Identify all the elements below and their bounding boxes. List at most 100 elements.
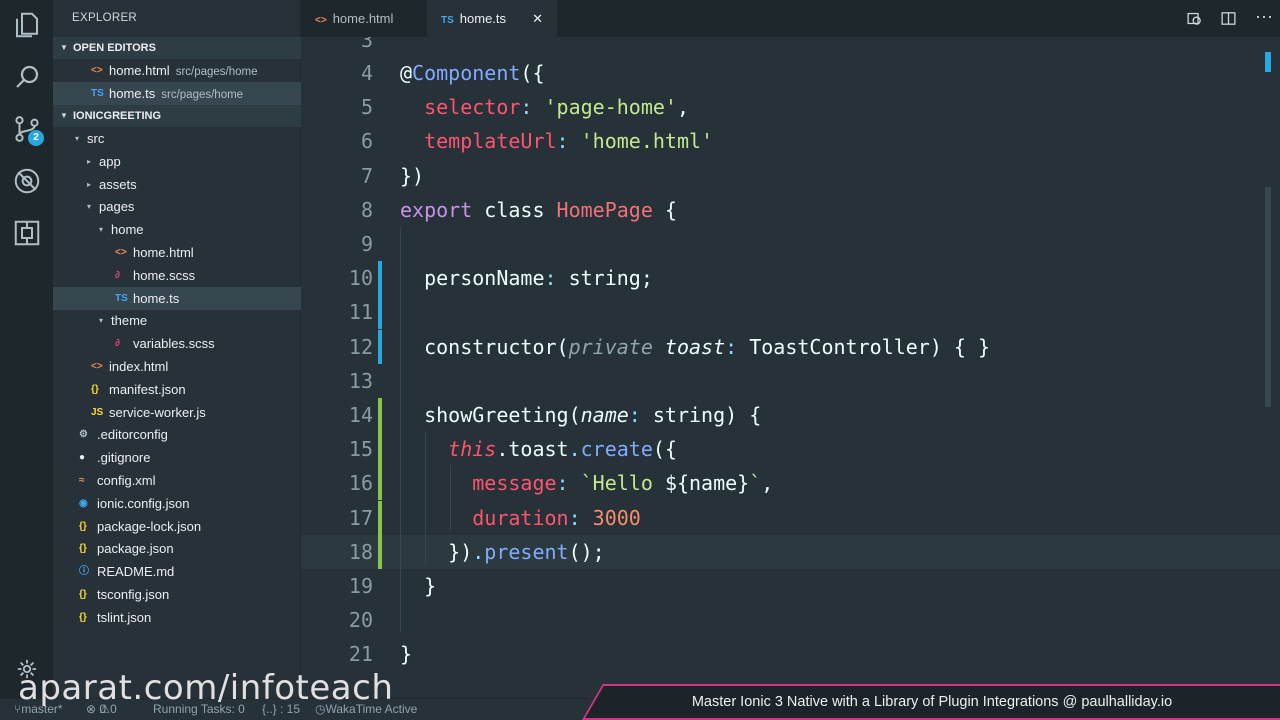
line-number: 10 — [348, 266, 373, 291]
file-label: home.ts — [133, 290, 180, 306]
explorer-title: EXPLORER — [72, 12, 138, 24]
tree-item[interactable]: ▾ pages — [53, 195, 301, 218]
line-number: 18 — [348, 539, 373, 564]
file-label: variables.scss — [133, 336, 215, 352]
chevron-down-icon: ▼ — [60, 43, 68, 52]
code-token: }) — [400, 539, 473, 564]
code-line: 5 selector: 'page-home', — [301, 90, 1280, 124]
tree-item[interactable]: {} tsconfig.json — [53, 583, 301, 606]
open-editor-item[interactable]: <> home.html src/pages/home — [53, 59, 301, 82]
code-line: 4 @Component({ — [301, 56, 1280, 90]
file-type-icon: ≈ — [79, 475, 85, 486]
tree-item[interactable]: ∂ variables.scss — [53, 332, 301, 355]
debug-icon[interactable] — [12, 166, 42, 196]
code-line: 12 constructor(private toast: ToastContr… — [301, 329, 1280, 364]
code-token: name — [580, 403, 629, 427]
chevron-down-icon: ▼ — [60, 111, 68, 120]
folder-label: assets — [99, 176, 137, 192]
line-number: 20 — [348, 608, 373, 633]
file-label: README.md — [97, 564, 175, 580]
file-path: src/pages/home — [175, 66, 258, 78]
typescript-file-icon: TS — [441, 15, 454, 26]
tree-item[interactable]: ⓘ README.md — [53, 560, 301, 583]
code-text: message: `Hello ${name}`, — [400, 466, 773, 500]
open-editors-section[interactable]: ▼ OPEN EDITORS — [53, 37, 301, 59]
code-text: personName: string; — [400, 261, 653, 295]
tree-item[interactable]: ∂ home.scss — [53, 264, 301, 287]
tree-item[interactable]: ▾ theme — [53, 309, 301, 332]
extensions-icon[interactable] — [12, 218, 42, 248]
code-token: (); — [568, 539, 605, 564]
tree-item[interactable]: <> home.html — [53, 241, 301, 264]
tree-item[interactable]: ▸ app — [53, 150, 301, 173]
line-number: 17 — [348, 505, 373, 530]
file-label: package.json — [97, 541, 174, 557]
file-type-icon: TS — [91, 88, 104, 99]
tree-item[interactable]: {} package-lock.json — [53, 515, 301, 538]
code-line: 3 — [301, 37, 1280, 57]
code-token: @ — [400, 61, 413, 85]
more-actions-icon[interactable]: ··· — [1255, 7, 1273, 27]
code-line: 8 export class HomePage { — [301, 193, 1280, 227]
tree-item[interactable]: ● .gitignore — [53, 446, 301, 469]
code-line: 18 }).present(); — [301, 534, 1280, 569]
tree-item[interactable]: ≈ config.xml — [53, 469, 301, 492]
code-token: showGreeting( — [400, 403, 581, 427]
tree-item[interactable]: ◉ ionic.config.json — [53, 492, 301, 515]
code-token: { — [652, 197, 677, 222]
code-token: : — [556, 129, 569, 154]
editor-scrollbar[interactable] — [1265, 37, 1273, 698]
tab-home-html[interactable]: <> home.html — [301, 0, 427, 37]
project-section[interactable]: ▼ IONICGREETING — [53, 105, 301, 127]
tree-item[interactable]: ▸ assets — [53, 173, 301, 196]
file-type-icon: ● — [79, 452, 86, 464]
indent-guide — [450, 465, 451, 530]
tree-item[interactable]: {} tslint.json — [53, 606, 301, 629]
split-editor-icon[interactable] — [1220, 10, 1237, 27]
tree-item[interactable]: {} package.json — [53, 537, 301, 560]
line-number: 14 — [348, 403, 373, 427]
file-type-icon: {} — [79, 611, 87, 623]
tree-item[interactable]: <> index.html — [53, 355, 301, 378]
file-type-icon: ◉ — [79, 497, 88, 509]
tree-item[interactable]: ⚙ .editorconfig — [53, 423, 301, 446]
activity-bar: 2 — [0, 0, 53, 698]
scroll-thumb[interactable] — [1265, 187, 1271, 407]
tree-item[interactable]: JS service-worker.js — [53, 401, 301, 424]
line-number: 13 — [348, 368, 373, 393]
folder-label: src — [87, 131, 105, 146]
code-token: string) { — [640, 403, 762, 427]
tree-item[interactable]: TS home.ts — [53, 286, 301, 310]
chevron-right-icon: ▸ — [87, 179, 92, 189]
open-editor-item[interactable]: TS home.ts src/pages/home — [53, 82, 301, 105]
tree-item[interactable]: ▾ src — [53, 127, 301, 150]
tree-item[interactable]: {} manifest.json — [53, 378, 301, 401]
line-number: 16 — [348, 471, 373, 496]
scm-badge: 2 — [28, 130, 44, 146]
open-changes-icon[interactable] — [1186, 10, 1203, 27]
search-icon[interactable] — [12, 62, 42, 92]
code-token: `Hello — [580, 471, 665, 496]
close-icon[interactable]: ✕ — [532, 0, 543, 37]
tab-home-ts[interactable]: TS home.ts ✕ — [427, 0, 557, 37]
files-icon[interactable] — [12, 10, 42, 40]
code-token: create — [580, 437, 653, 462]
code-line: 6 templateUrl: 'home.html' — [301, 124, 1280, 158]
tree-item[interactable]: ▾ home — [53, 218, 301, 241]
code-token: , — [676, 95, 690, 120]
code-text: duration: 3000 — [400, 501, 641, 535]
code-token: toast — [664, 334, 726, 359]
code-token: selector — [424, 95, 521, 120]
code-editor[interactable]: 3 4 @Component({5 selector: 'page-home', 6… — [301, 37, 1280, 698]
line-number: 11 — [348, 300, 373, 325]
code-text: templateUrl: 'home.html' — [400, 124, 713, 158]
file-type-icon: ⓘ — [79, 566, 89, 578]
file-label: service-worker.js — [109, 404, 206, 420]
watermark: aparat.com/infoteach — [18, 668, 394, 708]
file-type-icon: <> — [115, 247, 127, 258]
